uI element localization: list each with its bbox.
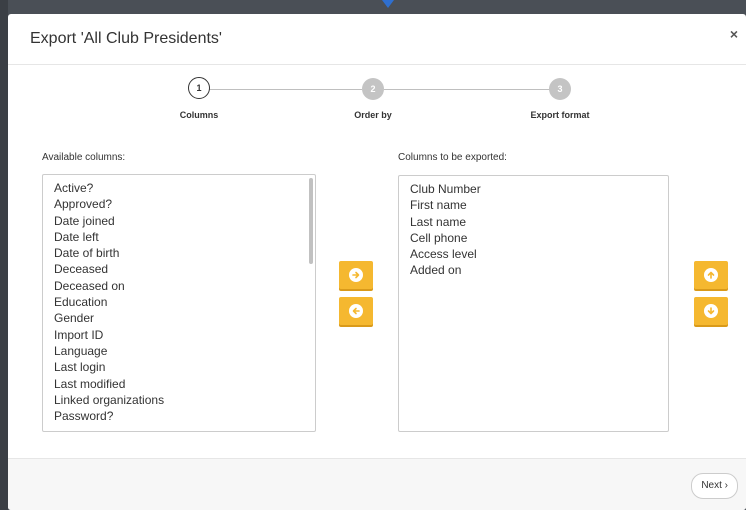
step-2-circle[interactable]: 2 [362, 78, 384, 100]
arrow-left-icon [349, 304, 363, 318]
caret-indicator [382, 0, 394, 8]
available-columns-list[interactable]: Active? Approved? Date joined Date left Date… [42, 174, 316, 432]
list-item[interactable]: Last modified [43, 376, 315, 392]
move-up-button[interactable] [694, 261, 728, 289]
list-item[interactable]: Deceased on [43, 278, 315, 294]
close-icon[interactable]: × [730, 26, 738, 42]
list-item[interactable]: Deceased [43, 261, 315, 277]
step-connector [208, 89, 362, 90]
list-item[interactable]: Last name [399, 214, 668, 230]
step-1-label: Columns [179, 110, 219, 120]
list-item[interactable]: Added on [399, 262, 668, 278]
step-3-label: Export format [530, 110, 590, 120]
export-dialog: Export 'All Club Presidents' × 1 Columns… [8, 14, 746, 510]
exported-columns-label: Columns to be exported: [398, 152, 507, 163]
step-1-circle[interactable]: 1 [188, 77, 210, 99]
list-item[interactable]: Import ID [43, 327, 315, 343]
list-item[interactable]: Access level [399, 246, 668, 262]
list-item[interactable]: Approved? [43, 196, 315, 212]
list-item[interactable]: Language [43, 343, 315, 359]
step-3-circle[interactable]: 3 [549, 78, 571, 100]
list-item[interactable]: Linked organizations [43, 392, 315, 408]
move-down-button[interactable] [694, 297, 728, 325]
arrow-right-icon [349, 268, 363, 282]
list-item[interactable]: First name [399, 197, 668, 213]
scrollbar[interactable] [309, 178, 313, 264]
list-item[interactable]: Date of birth [43, 245, 315, 261]
list-item[interactable]: Last login [43, 359, 315, 375]
exported-columns-list[interactable]: Club Number First name Last name Cell phone… [398, 175, 669, 432]
list-item[interactable]: Club Number [399, 181, 668, 197]
dialog-header: Export 'All Club Presidents' × [8, 14, 746, 65]
dialog-footer: Next › [8, 458, 746, 510]
list-item[interactable]: Education [43, 294, 315, 310]
remove-column-button[interactable] [339, 297, 373, 325]
arrow-up-icon [704, 268, 718, 282]
step-connector [384, 89, 550, 90]
list-item[interactable]: Password? [43, 408, 315, 424]
arrow-down-icon [704, 304, 718, 318]
dialog-title: Export 'All Club Presidents' [30, 30, 222, 47]
list-item[interactable]: Date joined [43, 213, 315, 229]
step-2-label: Order by [354, 110, 392, 120]
list-item[interactable]: Active? [43, 180, 315, 196]
next-button[interactable]: Next › [691, 473, 738, 499]
add-column-button[interactable] [339, 261, 373, 289]
list-item[interactable]: Gender [43, 310, 315, 326]
backdrop [0, 0, 8, 510]
list-item[interactable]: Cell phone [399, 230, 668, 246]
list-item[interactable]: Date left [43, 229, 315, 245]
export-stepper: 1 Columns 2 Order by 3 Export format [8, 76, 746, 136]
available-columns-label: Available columns: [42, 152, 126, 163]
